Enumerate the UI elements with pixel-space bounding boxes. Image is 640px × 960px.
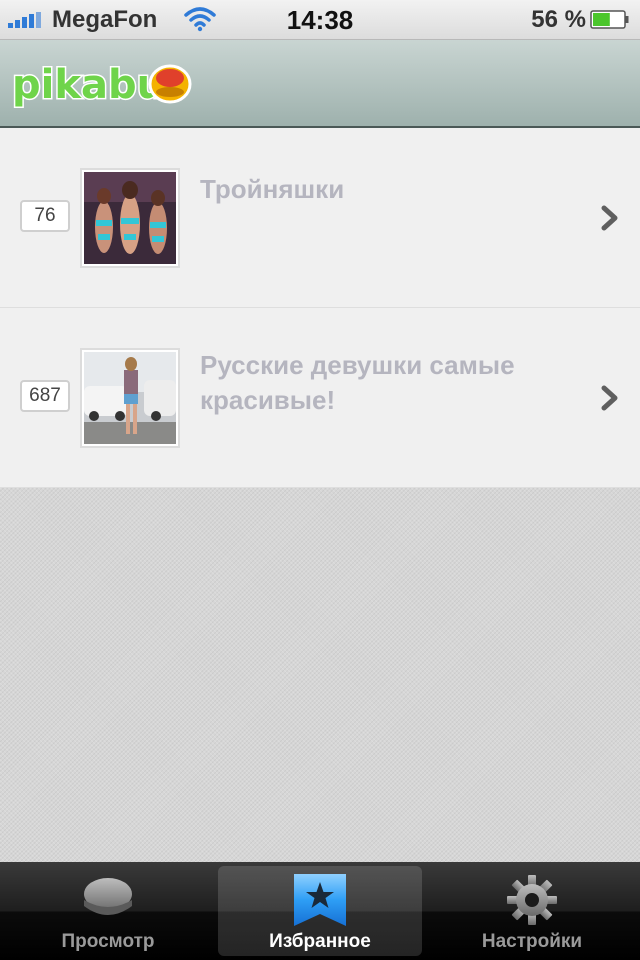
tab-label: Просмотр	[61, 931, 155, 952]
app-header: pikabu	[0, 40, 640, 128]
battery-icon	[590, 10, 629, 29]
post-thumbnail	[80, 168, 180, 268]
tab-bar: Просмотр Избранное Настройки	[0, 862, 640, 960]
tab-settings[interactable]: Настройки	[430, 866, 634, 956]
post-thumbnail	[80, 348, 180, 448]
gear-icon	[507, 875, 557, 925]
svg-text:pikabu: pikabu	[12, 62, 165, 108]
tab-label: Настройки	[481, 931, 583, 952]
post-title: Тройняшки	[200, 174, 345, 204]
bookmark-star-icon	[294, 874, 346, 926]
post-title: Русские девушки самые красивые!	[200, 350, 515, 415]
tab-label: Избранное	[269, 931, 371, 952]
rating-badge: 76	[20, 200, 70, 232]
list-item[interactable]: 76 Тройняшки	[0, 128, 640, 308]
chevron-right-icon	[601, 385, 618, 411]
tab-favorites[interactable]: Избранное	[218, 866, 422, 956]
empty-background	[0, 488, 640, 862]
tab-browse[interactable]: Просмотр	[6, 866, 210, 956]
cookie-icon	[84, 878, 132, 915]
battery-percentage: 56 %	[531, 6, 586, 33]
list-item[interactable]: 687 Русские девушки самые красивые!	[0, 308, 640, 488]
status-bar: MegaFon 14:38 56 %	[0, 0, 640, 40]
pikabu-logo[interactable]: pikabu	[10, 54, 194, 112]
chevron-right-icon	[601, 205, 618, 231]
favorites-list: 76 Тройняшки 687 Русские девушки самые к…	[0, 128, 640, 488]
rating-badge: 687	[20, 380, 70, 412]
